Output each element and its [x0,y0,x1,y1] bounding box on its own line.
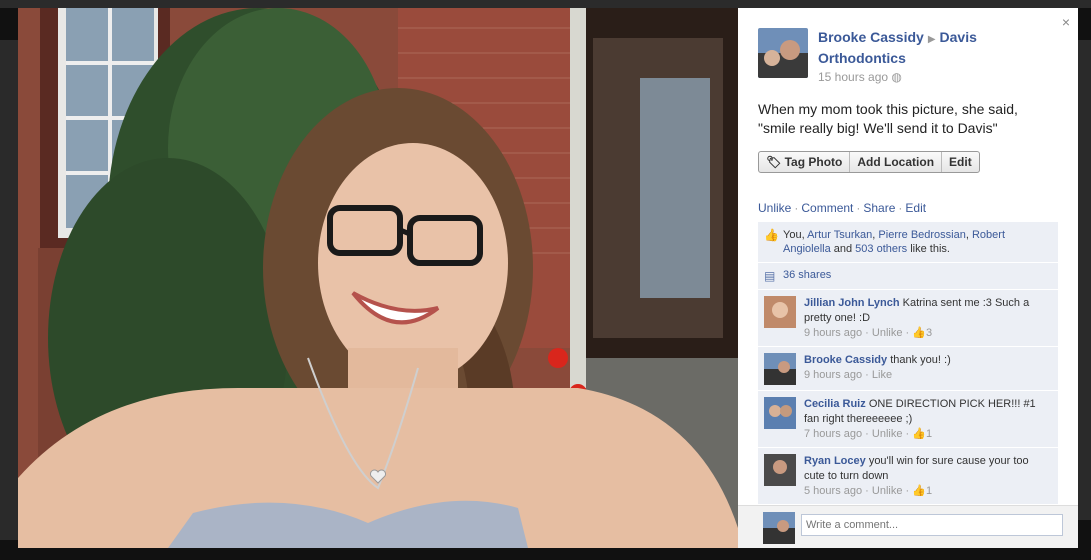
liker-link[interactable]: Pierre Bedrossian [878,229,965,241]
author-link[interactable]: Brooke Cassidy [818,29,924,45]
comment-unlike-link[interactable]: Unlike [872,428,903,440]
comment-unlike-link[interactable]: Unlike [872,485,903,497]
post-header-text: Brooke Cassidy ▶ Davis Orthodontics 15 hou… [818,28,1058,86]
likes-and: and [830,243,856,255]
commenter-avatar[interactable] [764,454,796,486]
tag-icon: 🏷 [766,155,785,169]
globe-icon: ◍ [888,70,902,84]
background-page-right [1078,40,1091,520]
close-button[interactable]: × [1062,14,1070,30]
photo-image [18,8,738,548]
photo-button-bar: 🏷 Tag Photo Add Location Edit [758,151,980,173]
comment-item: Ryan Locey you'll win for sure cause you… [758,448,1058,505]
comment-time[interactable]: 9 hours ago [804,327,862,339]
shares-count[interactable]: 36 shares [783,269,831,281]
comment-item: Brooke Cassidy thank you! :) 9 hours ago… [758,347,1058,391]
post-actions: Unlike · Comment · Share · Edit [758,201,926,215]
separator: · [898,201,903,215]
thumbs-up-icon: 👍 [912,327,926,339]
author-avatar-image [758,28,808,78]
thumbs-up-icon: 👍 [912,485,926,497]
separator: · [856,201,861,215]
others-link[interactable]: 503 others [855,243,907,255]
comment-author-link[interactable]: Brooke Cassidy [804,354,887,366]
feedback-box: 👍 You, Artur Tsurkan, Pierre Bedrossian,… [758,222,1058,505]
commenter-avatar[interactable] [764,397,796,429]
comment-text: thank you! :) [890,354,951,366]
commenter-avatar[interactable] [764,353,796,385]
edit-link[interactable]: Edit [905,201,926,215]
comment-item: Cecilia Ruiz ONE DIRECTION PICK HER!!! #… [758,391,1058,448]
comment-composer [738,505,1078,548]
comment-unlike-link[interactable]: Unlike [872,327,903,339]
separator: · [794,201,799,215]
post-caption: When my mom took this picture, she said,… [758,101,1018,136]
comment-like-link[interactable]: Like [872,369,892,381]
photo-details-panel: × Brooke Cassidy ▶ Davis Orthodontics 15 h… [738,8,1078,548]
likes-prefix: You, [783,229,808,241]
comment-time[interactable]: 7 hours ago [804,428,862,440]
shares-row[interactable]: ▤ 36 shares [758,263,1058,290]
edit-button[interactable]: Edit [942,152,979,172]
likes-suffix: like this. [907,243,950,255]
unlike-link[interactable]: Unlike [758,201,791,215]
tag-photo-button[interactable]: 🏷 Tag Photo [759,152,851,172]
comment-time[interactable]: 9 hours ago [804,369,862,381]
liker-link[interactable]: Artur Tsurkan [807,229,872,241]
author-avatar[interactable] [758,28,808,78]
post-header: Brooke Cassidy ▶ Davis Orthodontics 15 hou… [758,28,1058,86]
share-icon: ▤ [764,269,776,283]
comment-author-link[interactable]: Jillian John Lynch [804,297,900,309]
thumbs-up-icon: 👍 [764,228,779,242]
comment-like-count[interactable]: 1 [926,485,932,497]
likes-summary: 👍 You, Artur Tsurkan, Pierre Bedrossian,… [758,222,1058,263]
backdrop-top-strip [0,0,1091,8]
comment-like-count[interactable]: 3 [926,327,932,339]
background-page-left [0,40,18,540]
arrow-right-icon: ▶ [927,34,936,45]
comment-author-link[interactable]: Ryan Locey [804,455,866,467]
comment-input[interactable] [801,514,1063,536]
viewer-avatar [763,512,795,544]
commenter-avatar[interactable] [764,296,796,328]
comment-author-link[interactable]: Cecilia Ruiz [804,398,866,410]
post-timestamp[interactable]: 15 hours ago [818,70,888,84]
comment-link[interactable]: Comment [801,201,853,215]
thumbs-up-icon: 👍 [912,428,926,440]
photo[interactable] [18,8,738,548]
tag-photo-label: Tag Photo [784,155,843,169]
add-location-button[interactable]: Add Location [850,152,943,172]
comment-time[interactable]: 5 hours ago [804,485,862,497]
share-link[interactable]: Share [863,201,895,215]
comment-item: Jillian John Lynch Katrina sent me :3 Su… [758,290,1058,347]
comment-like-count[interactable]: 1 [926,428,932,440]
